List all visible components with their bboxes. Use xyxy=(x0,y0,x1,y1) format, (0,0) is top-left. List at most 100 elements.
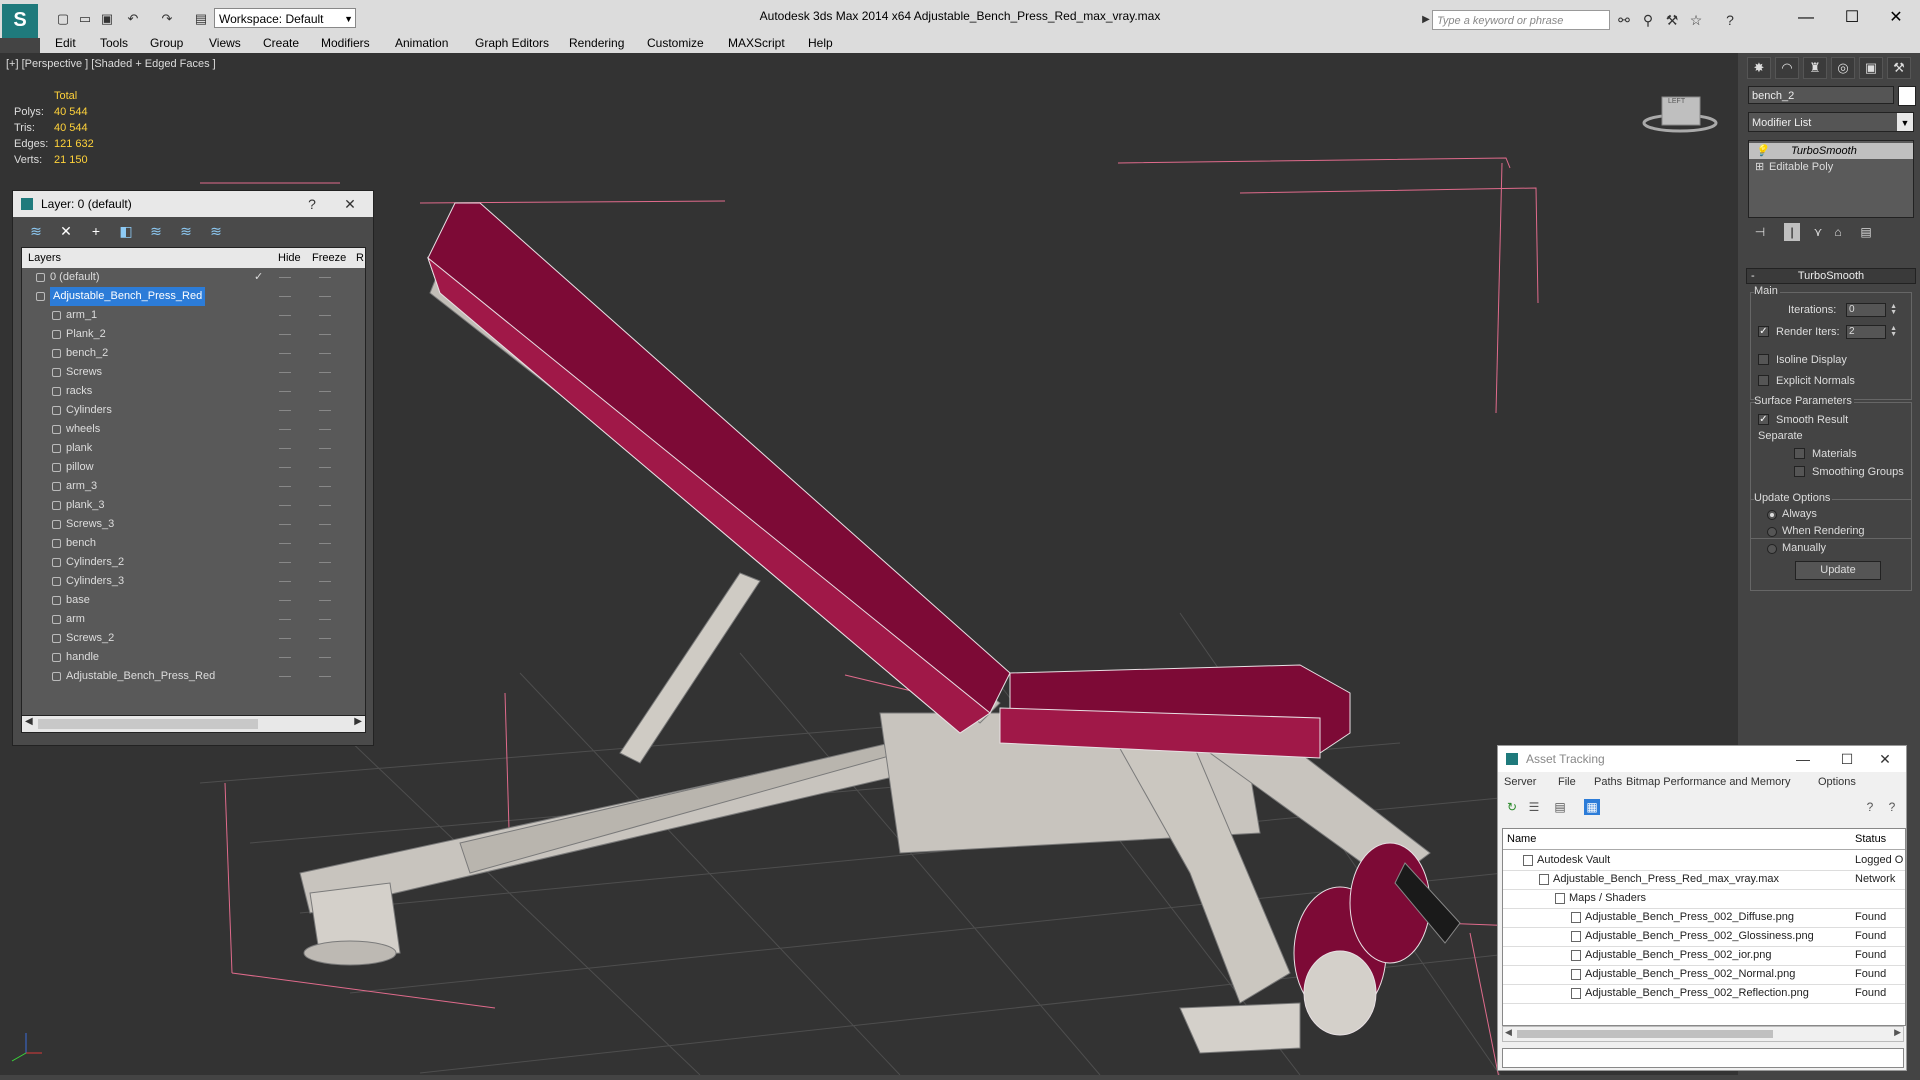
smooth-result-checkbox[interactable]: ✓ xyxy=(1758,414,1769,425)
column-hide[interactable]: Hide xyxy=(278,252,301,264)
motion-tab-icon[interactable]: ◎ xyxy=(1831,57,1855,79)
explicit-normals-checkbox[interactable] xyxy=(1758,375,1769,386)
freeze-toggle[interactable] xyxy=(319,524,331,525)
workspace-dropdown[interactable]: Workspace: Default ▼ xyxy=(214,8,356,28)
delete-layer-icon[interactable]: ✕ xyxy=(57,223,75,239)
spinner-arrows-icon[interactable]: ▲ ▼ xyxy=(1890,325,1897,338)
update-button[interactable]: Update xyxy=(1795,561,1881,580)
smoothing-groups-checkbox[interactable] xyxy=(1794,466,1805,477)
expand-plus-icon[interactable]: ⊞ xyxy=(1755,159,1764,175)
refresh-icon[interactable]: ↻ xyxy=(1504,799,1520,815)
minimize-icon[interactable]: — xyxy=(1788,746,1818,772)
freeze-toggle[interactable] xyxy=(319,448,331,449)
turbosmooth-rollout-header[interactable]: - TurboSmooth xyxy=(1746,268,1916,284)
menu-options[interactable]: Options xyxy=(1818,776,1856,788)
materials-checkbox[interactable] xyxy=(1794,448,1805,459)
menu-edit[interactable]: Edit xyxy=(55,33,76,53)
hide-toggle[interactable] xyxy=(279,391,291,392)
help-icon[interactable]: ? xyxy=(297,191,327,217)
asset-row[interactable]: Maps / Shaders xyxy=(1503,889,1905,909)
scroll-thumb[interactable] xyxy=(38,719,258,729)
binoculars-icon[interactable]: ⚯ xyxy=(1614,10,1634,30)
object-color-swatch[interactable] xyxy=(1898,86,1916,106)
stack-item-turbosmooth[interactable]: 💡 TurboSmooth xyxy=(1749,143,1913,159)
layer-row[interactable]: bench xyxy=(22,534,365,553)
communication-center-icon[interactable]: ⚲ xyxy=(1638,10,1658,30)
hide-toggle[interactable] xyxy=(279,543,291,544)
save-icon[interactable]: ▣ xyxy=(98,10,116,28)
freeze-toggle[interactable] xyxy=(319,391,331,392)
layer-row[interactable]: Plank_2 xyxy=(22,325,365,344)
hide-toggle[interactable] xyxy=(279,353,291,354)
maximize-icon[interactable]: ☐ xyxy=(1832,746,1862,772)
scroll-right-icon[interactable]: ▶ xyxy=(1894,1027,1901,1038)
menu-customize[interactable]: Customize xyxy=(647,33,704,53)
modify-tab-icon[interactable]: ◠ xyxy=(1775,57,1799,79)
menu-views[interactable]: Views xyxy=(209,33,241,53)
asset-row[interactable]: Adjustable_Bench_Press_002_Glossiness.pn… xyxy=(1503,927,1905,947)
remove-modifier-icon[interactable]: ⌂ xyxy=(1830,223,1846,241)
layer-panel-titlebar[interactable]: Layer: 0 (default) ? ✕ xyxy=(13,191,373,217)
redo-icon[interactable]: ↷ xyxy=(158,10,176,28)
layer-horizontal-scrollbar[interactable]: ◀ ▶ xyxy=(21,715,366,733)
configure-modifier-sets-icon[interactable]: ▤ xyxy=(1858,223,1874,241)
layer-row[interactable]: Screws_2 xyxy=(22,629,365,648)
layer-row[interactable]: base xyxy=(22,591,365,610)
menu-tools[interactable]: Tools xyxy=(100,33,128,53)
menu-rendering[interactable]: Rendering xyxy=(569,33,624,53)
hide-toggle[interactable] xyxy=(279,581,291,582)
menu-bitmap-performance[interactable]: Bitmap Performance and Memory xyxy=(1626,776,1790,788)
hide-toggle[interactable] xyxy=(279,315,291,316)
display-tab-icon[interactable]: ▣ xyxy=(1859,57,1883,79)
close-icon[interactable]: ✕ xyxy=(335,191,365,217)
freeze-toggle[interactable] xyxy=(319,334,331,335)
layer-row[interactable]: arm_3 xyxy=(22,477,365,496)
layer-row[interactable]: racks xyxy=(22,382,365,401)
asset-row[interactable]: Adjustable_Bench_Press_Red_max_vray.max N… xyxy=(1503,870,1905,890)
select-layer-icon[interactable]: ◧ xyxy=(117,223,135,239)
freeze-toggle[interactable] xyxy=(319,600,331,601)
freeze-toggle[interactable] xyxy=(319,638,331,639)
scroll-left-icon[interactable]: ◀ xyxy=(25,716,33,727)
app-logo[interactable]: S xyxy=(2,4,38,38)
close-button[interactable]: ✕ xyxy=(1876,4,1916,32)
when-rendering-radio[interactable] xyxy=(1767,527,1777,537)
layer-row[interactable]: arm xyxy=(22,610,365,629)
active-layer-check-icon[interactable]: ✓ xyxy=(254,268,263,287)
favorites-star-icon[interactable]: ☆ xyxy=(1686,10,1706,30)
layer-row[interactable]: Adjustable_Bench_Press_Red xyxy=(22,667,365,686)
hide-all-layers-icon[interactable]: ≋ xyxy=(177,223,195,239)
menu-paths[interactable]: Paths xyxy=(1594,776,1622,788)
freeze-toggle[interactable] xyxy=(319,410,331,411)
asset-row[interactable]: Adjustable_Bench_Press_002_Diffuse.png Fo… xyxy=(1503,908,1905,928)
grid-view-icon[interactable]: ▦ xyxy=(1584,799,1600,815)
menu-group[interactable]: Group xyxy=(150,33,183,53)
menu-modifiers[interactable]: Modifiers xyxy=(321,33,370,53)
menu-help[interactable]: Help xyxy=(808,33,833,53)
modifier-list-dropdown[interactable]: Modifier List ▼ xyxy=(1748,112,1914,132)
hide-toggle[interactable] xyxy=(279,676,291,677)
freeze-toggle[interactable] xyxy=(319,676,331,677)
freeze-toggle[interactable] xyxy=(319,467,331,468)
freeze-toggle[interactable] xyxy=(319,505,331,506)
freeze-toggle[interactable] xyxy=(319,296,331,297)
asset-row[interactable]: Adjustable_Bench_Press_002_Reflection.pn… xyxy=(1503,984,1905,1004)
always-radio[interactable] xyxy=(1767,510,1777,520)
menu-server[interactable]: Server xyxy=(1504,776,1536,788)
hide-toggle[interactable] xyxy=(279,619,291,620)
layer-row[interactable]: bench_2 xyxy=(22,344,365,363)
hide-toggle[interactable] xyxy=(279,486,291,487)
hide-toggle[interactable] xyxy=(279,524,291,525)
menu-animation[interactable]: Animation xyxy=(395,33,448,53)
create-tab-icon[interactable]: ✸ xyxy=(1747,57,1771,79)
asset-tracking-titlebar[interactable]: Asset Tracking — ☐ ✕ xyxy=(1498,746,1906,772)
settings-help-icon[interactable]: ? xyxy=(1884,799,1900,815)
menu-graph-editors[interactable]: Graph Editors xyxy=(475,33,549,53)
layer-row[interactable]: Adjustable_Bench_Press_Red xyxy=(22,287,365,306)
asset-row[interactable]: Adjustable_Bench_Press_002_ior.png Found xyxy=(1503,946,1905,966)
hide-toggle[interactable] xyxy=(279,334,291,335)
hide-toggle[interactable] xyxy=(279,600,291,601)
freeze-toggle[interactable] xyxy=(319,486,331,487)
hide-toggle[interactable] xyxy=(279,505,291,506)
freeze-toggle[interactable] xyxy=(319,353,331,354)
